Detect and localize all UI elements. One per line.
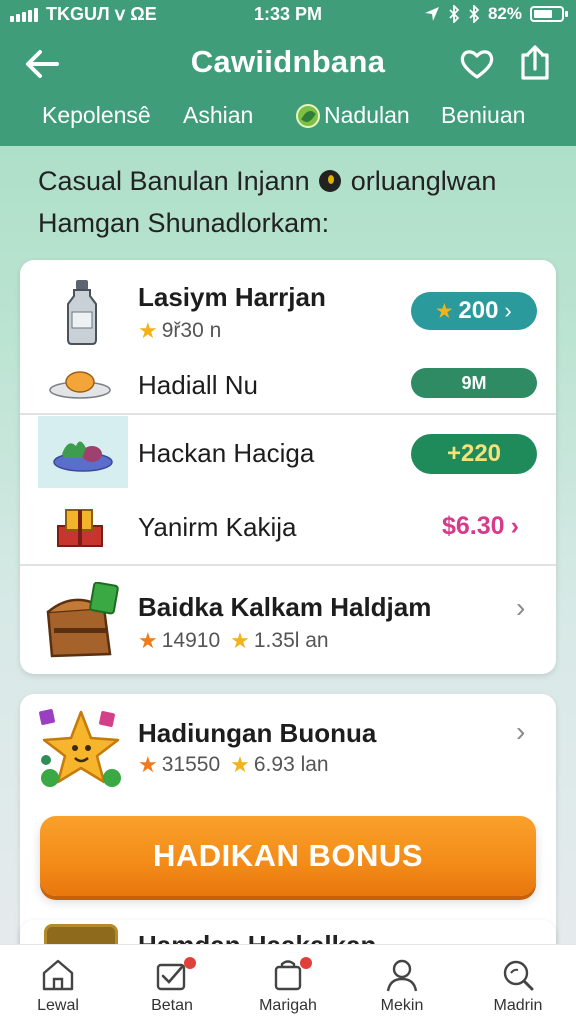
chevron-right-icon: › — [516, 592, 526, 623]
bonus-card: Hadiungan Buonua ★ 31550 ★ 6.93 lan › HA… — [20, 694, 556, 954]
star-icon: ★ — [230, 752, 250, 777]
notification-badge — [300, 957, 312, 969]
nav-label: Lewal — [37, 997, 79, 1014]
reward-pill[interactable]: +220 — [411, 434, 537, 474]
category-tabs: Kepolensê Ashian Nadulan Beniuan — [0, 98, 576, 138]
location-icon — [424, 7, 439, 21]
item-name: Baidka Kalkam Haldjam — [138, 592, 432, 622]
star-icon: ★ — [138, 318, 158, 343]
item-stat2: 1.35l an — [253, 629, 329, 652]
nav-item-marigah[interactable]: Marigah — [238, 945, 338, 1024]
notification-badge — [184, 957, 196, 969]
bonus-stat1: 31550 — [161, 753, 221, 776]
intro-line1b: orluanglwan — [350, 166, 497, 196]
item-stats: ★ 14910 ★ 1.35l an — [138, 628, 329, 654]
intro-line1a: Casual Banulan Injann — [38, 166, 310, 196]
nav-label: Madrin — [493, 997, 543, 1014]
share-button[interactable] — [514, 42, 556, 84]
treasure-chest-icon — [46, 582, 119, 658]
home-icon — [42, 959, 74, 991]
items-card: Lasiym Harrjan ★ 9ř30 n ★ 200 › Hadiall … — [20, 260, 556, 674]
coin-icon — [319, 170, 342, 192]
chevron-right-icon[interactable]: › — [516, 716, 525, 748]
bluetooth-icon — [449, 5, 460, 23]
favorite-button[interactable] — [456, 44, 498, 84]
nav-label: Marigah — [259, 997, 317, 1014]
tab-beniuan[interactable]: Beniuan — [441, 102, 525, 129]
tag-pill[interactable]: 9M — [411, 368, 537, 398]
nav-label: Betan — [151, 997, 193, 1014]
food-plate-icon — [49, 371, 111, 399]
status-right: 82% — [424, 4, 568, 24]
nav-item-mekin[interactable]: Mekin — [352, 945, 452, 1024]
intro-line2: Hamgan Shunadlorkam: — [38, 208, 330, 238]
heart-icon — [460, 50, 494, 79]
item-sub-value: 9ř30 n — [161, 319, 222, 342]
item-price-value: $6.30 — [442, 512, 505, 540]
list-item[interactable]: Yanirm Kakija $6.30 › — [20, 488, 556, 564]
chevron-right-icon: › — [504, 298, 512, 323]
item-stat1: 14910 — [161, 629, 221, 652]
star-icon: ★ — [138, 628, 158, 653]
nav-bar: Cawiidnbana — [0, 36, 576, 90]
star-icon: ★ — [436, 300, 453, 321]
status-bar: TKGUЛ ⅴ ΩE 1:33 PM 82% — [0, 0, 576, 30]
salad-plate-icon — [53, 441, 113, 472]
gift-box-icon — [57, 509, 103, 547]
nav-item-lewal[interactable]: Lewal — [8, 945, 108, 1024]
battery-icon — [530, 6, 568, 22]
tab-kepolense[interactable]: Kepolensê — [42, 102, 151, 129]
item-sub: ★ 9ř30 n — [138, 318, 221, 344]
nav-item-madrin[interactable]: Madrin — [468, 945, 568, 1024]
reward-pill[interactable]: ★ 200 › — [411, 292, 537, 330]
bonus-stat2: 6.93 lan — [253, 753, 329, 776]
list-item[interactable]: Hadiall Nu 9M — [20, 360, 556, 414]
tab-ashian[interactable]: Ashian — [183, 102, 253, 129]
list-item[interactable]: Hackan Haciga +220 — [20, 416, 556, 488]
item-name: Yanirm Kakija — [138, 512, 297, 542]
claim-bonus-button[interactable]: HADIKAN BONUS — [40, 816, 536, 896]
chevron-right-icon: › — [510, 512, 519, 540]
battery-percent: 82% — [487, 4, 522, 23]
list-item[interactable]: Baidka Kalkam Haldjam ★ 14910 ★ 1.35l an… — [20, 566, 556, 674]
bonus-title: Hadiungan Buonua — [138, 718, 377, 748]
star-mascot-icon — [39, 709, 121, 787]
list-item[interactable]: Lasiym Harrjan ★ 9ř30 n ★ 200 › — [20, 260, 556, 360]
bonus-stats: ★ 31550 ★ 6.93 lan — [138, 752, 329, 778]
bottle-icon — [67, 280, 97, 345]
share-icon — [521, 45, 549, 80]
star-icon: ★ — [230, 628, 250, 653]
intro-text: Casual Banulan Injann orluanglwan Hamgan… — [38, 160, 538, 244]
leaf-icon — [296, 103, 320, 128]
item-name: Lasiym Harrjan — [138, 282, 326, 312]
bottom-nav: Lewal Betan Marigah Mekin Madrin — [0, 944, 576, 1024]
profile-icon — [386, 959, 418, 992]
star-icon: ★ — [138, 752, 158, 777]
alarm-icon — [469, 5, 480, 23]
divider — [20, 413, 556, 415]
app-header: TKGUЛ ⅴ ΩE 1:33 PM 82% Cawiidnbana Kepol… — [0, 0, 576, 146]
search-icon — [503, 960, 534, 991]
reward-pill-value: 200 — [458, 297, 499, 324]
item-name: Hackan Haciga — [138, 438, 315, 468]
item-name: Hadiall Nu — [138, 370, 258, 400]
nav-item-betan[interactable]: Betan — [122, 945, 222, 1024]
nav-label: Mekin — [380, 997, 424, 1014]
tab-nadulan-label: Nadulan — [324, 102, 410, 128]
item-price[interactable]: $6.30 › — [442, 512, 519, 541]
tab-nadulan[interactable]: Nadulan — [296, 102, 410, 129]
